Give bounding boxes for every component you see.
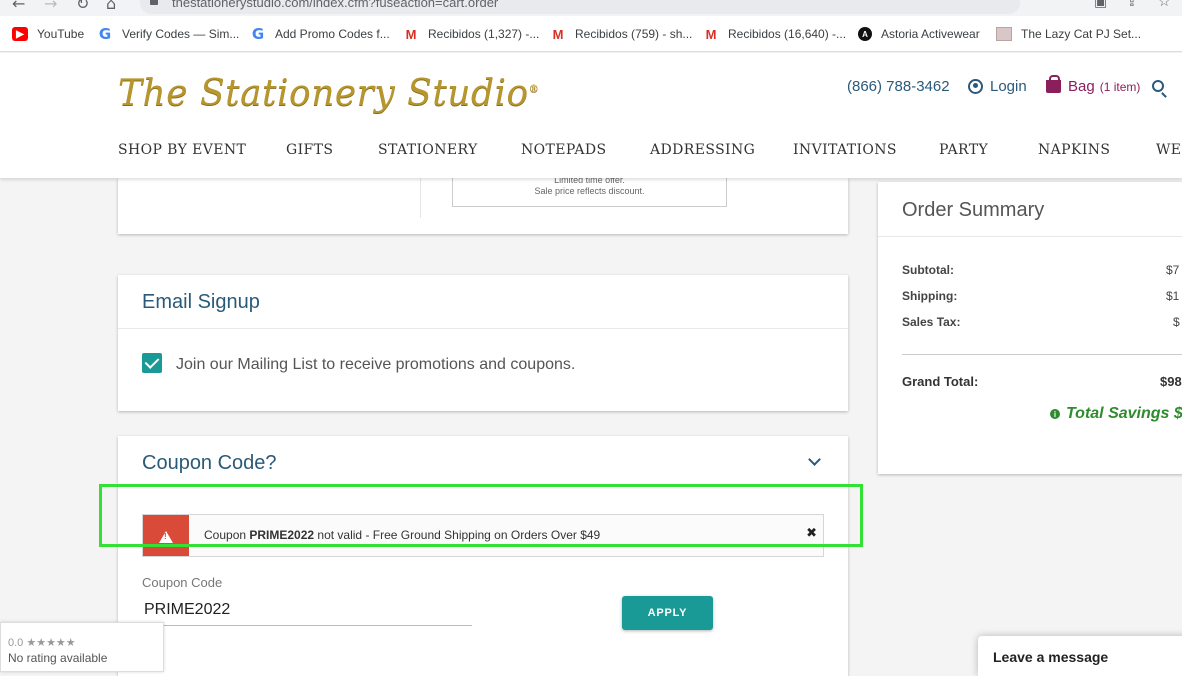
gmail-icon: M	[705, 26, 717, 42]
bookmark-lazy-cat[interactable]: The Lazy Cat PJ Set...	[996, 25, 1141, 43]
forward-icon[interactable]: →	[44, 0, 57, 13]
chat-widget[interactable]: Leave a message	[978, 636, 1182, 676]
mailing-list-checkbox[interactable]	[142, 353, 162, 373]
login-label: Login	[990, 78, 1027, 95]
order-summary-card: Order Summary Subtotal: $7 Shipping: $1 …	[878, 182, 1182, 474]
info-icon[interactable]: i	[1050, 409, 1060, 419]
site-header: The Stationery Studio® (866) 788-3462 Lo…	[0, 53, 1182, 178]
nav-addressing[interactable]: ADDRESSING	[650, 142, 755, 158]
rating-text: No rating available	[8, 651, 108, 665]
bookmark-label: Verify Codes — Sim...	[122, 27, 240, 41]
sale-note-line2: Sale price reflects discount.	[534, 186, 645, 196]
bookmark-gmail-1[interactable]: M Recibidos (1,327) -...	[403, 25, 540, 43]
coupon-error-alert: Coupon PRIME2022 not valid - Free Ground…	[142, 514, 824, 557]
extension-icon[interactable]: ▣	[1094, 0, 1107, 10]
youtube-icon: ▶	[12, 27, 28, 41]
user-icon	[968, 79, 983, 94]
sale-note-box: Limited time offer. Sale price reflects …	[452, 174, 727, 207]
nav-party[interactable]: PARTY	[939, 142, 988, 158]
bag-count: (1 item)	[1099, 79, 1141, 94]
divider	[420, 178, 421, 218]
subtotal-label: Subtotal:	[902, 263, 954, 277]
nav-invitations[interactable]: INVITATIONS	[793, 142, 897, 158]
lock-icon	[150, 0, 158, 5]
bookmark-label: Recibidos (16,640) -...	[728, 27, 847, 41]
divider	[118, 328, 848, 329]
sales-tax-value: $	[1173, 315, 1180, 329]
bookmark-label: Astoria Activewear	[881, 27, 980, 41]
close-icon[interactable]: ✖	[806, 526, 817, 541]
alert-message: Coupon PRIME2022 not valid - Free Ground…	[204, 528, 601, 542]
home-icon[interactable]: ⌂	[106, 0, 116, 13]
search-icon[interactable]	[1152, 80, 1164, 92]
address-url[interactable]: thestationerystudio.com/index.cfm?fuseac…	[172, 0, 498, 10]
nav-stationery[interactable]: STATIONERY	[378, 142, 478, 158]
bookmark-youtube[interactable]: ▶ YouTube	[12, 25, 84, 43]
bookmark-add-promo-codes[interactable]: G Add Promo Codes f...	[250, 25, 390, 43]
grand-total-value: $98	[1160, 374, 1182, 389]
bookmark-gmail-3[interactable]: M Recibidos (16,640) -...	[703, 25, 846, 43]
apply-coupon-button[interactable]: APPLY	[622, 596, 713, 630]
lazy-cat-icon	[996, 27, 1012, 41]
browser-toolbar: ← → ↻ ⌂ thestationerystudio.com/index.cf…	[0, 0, 1182, 16]
bookmark-label: Recibidos (1,327) -...	[428, 27, 540, 41]
shopping-bag-icon	[1046, 75, 1061, 93]
share-icon[interactable]: ⇪	[1126, 0, 1138, 10]
reload-icon[interactable]: ↻	[76, 0, 89, 13]
nav-napkins[interactable]: NAPKINS	[1038, 142, 1110, 158]
astoria-icon: A	[858, 27, 872, 41]
gmail-icon: M	[405, 26, 417, 42]
bookmark-gmail-2[interactable]: M Recibidos (759) - sh...	[550, 25, 693, 43]
shipping-label: Shipping:	[902, 289, 958, 303]
coupon-code-input[interactable]	[142, 594, 472, 626]
subtotal-value: $7	[1166, 263, 1180, 277]
bookmarks-bar: ▶ YouTube G Verify Codes — Sim... G Add …	[0, 16, 1182, 52]
back-icon[interactable]: ←	[12, 0, 25, 13]
email-signup-card: Email Signup Join our Mailing List to re…	[118, 275, 848, 411]
bookmark-verify-codes[interactable]: G Verify Codes — Sim...	[97, 25, 240, 43]
divider	[902, 354, 1182, 355]
nav-gifts[interactable]: GIFTS	[286, 142, 333, 158]
email-signup-title: Email Signup	[142, 291, 260, 313]
phone-number[interactable]: (866) 788-3462	[847, 78, 950, 95]
bookmark-astoria[interactable]: A Astoria Activewear	[858, 25, 980, 43]
total-savings: i Total Savings $	[1050, 405, 1182, 423]
star-icon[interactable]: ☆	[1158, 0, 1171, 10]
site-logo[interactable]: The Stationery Studio®	[118, 73, 539, 114]
warning-icon	[159, 531, 173, 543]
nav-notepads[interactable]: NOTEPADS	[521, 142, 607, 158]
login-link[interactable]: Login	[968, 78, 1027, 95]
grand-total-label: Grand Total:	[902, 374, 979, 389]
divider	[878, 236, 1182, 237]
coupon-title[interactable]: Coupon Code?	[142, 452, 277, 475]
total-savings-text: Total Savings $	[1066, 405, 1182, 422]
shipping-value: $1	[1166, 289, 1180, 303]
bookmark-label: YouTube	[37, 27, 85, 41]
chat-label: Leave a message	[993, 649, 1109, 665]
bag-link[interactable]: Bag (1 item)	[1046, 75, 1141, 95]
rating-score: 0.0 ★★★★★	[8, 637, 76, 649]
coupon-card: Coupon Code? Coupon PRIME2022 not valid …	[118, 436, 848, 676]
bookmark-label: Add Promo Codes f...	[275, 27, 390, 41]
nav-wedding-truncated[interactable]: WE	[1156, 142, 1181, 158]
bookmark-label: The Lazy Cat PJ Set...	[1021, 27, 1142, 41]
bag-label: Bag	[1068, 78, 1095, 95]
rating-widget[interactable]: 0.0 ★★★★★ No rating available	[0, 622, 164, 672]
chevron-down-icon[interactable]	[808, 453, 821, 466]
gmail-icon: M	[552, 26, 564, 42]
coupon-code-label: Coupon Code	[142, 575, 223, 590]
alert-icon-box	[143, 515, 189, 556]
sales-tax-label: Sales Tax:	[902, 315, 961, 329]
bookmark-label: Recibidos (759) - sh...	[575, 27, 693, 41]
order-summary-title: Order Summary	[902, 199, 1045, 221]
google-icon: G	[251, 25, 265, 43]
nav-shop-by-event[interactable]: SHOP BY EVENT	[118, 142, 246, 158]
google-icon: G	[98, 25, 112, 43]
cart-item-card: Limited time offer. Sale price reflects …	[118, 174, 848, 234]
mailing-list-label[interactable]: Join our Mailing List to receive promoti…	[176, 356, 575, 374]
